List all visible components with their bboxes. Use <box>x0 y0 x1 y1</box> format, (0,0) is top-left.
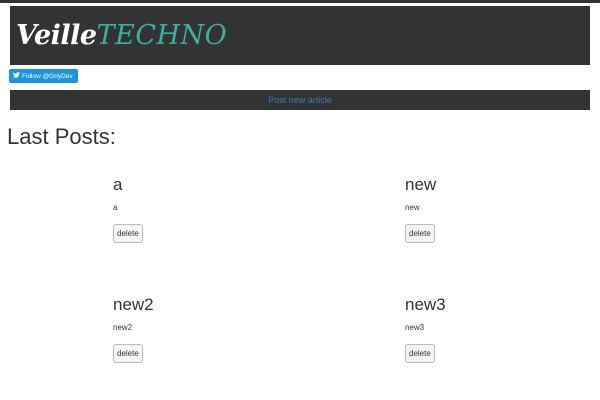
top-border <box>0 0 600 3</box>
post-title: new2 <box>113 295 154 314</box>
post-body: new2 <box>113 323 133 332</box>
post-title: new3 <box>405 295 446 314</box>
logo-text-techno: TECHNO <box>96 20 228 51</box>
delete-button[interactable]: delete <box>405 344 435 363</box>
post-card: new3 new3 delete <box>405 295 565 363</box>
twitter-follow-button[interactable]: Follow @GriyDev <box>9 69 78 83</box>
twitter-follow-label: Follow @GriyDev <box>22 72 73 80</box>
post-body: new3 <box>405 323 425 332</box>
delete-button[interactable]: delete <box>113 344 143 363</box>
post-new-article-link[interactable]: Post new article <box>268 95 332 105</box>
post-card: new new delete <box>405 175 565 243</box>
post-card: a a delete <box>113 175 273 243</box>
post-title: a <box>113 175 123 194</box>
post-body: new <box>405 203 420 212</box>
site-logo[interactable]: Veille TECHNO <box>10 20 227 51</box>
delete-button[interactable]: delete <box>405 224 435 243</box>
post-title: new <box>405 175 437 194</box>
post-body: a <box>113 203 118 212</box>
section-title: Last Posts: <box>7 124 116 149</box>
site-banner: Veille TECHNO <box>10 6 590 65</box>
post-card: new2 new2 delete <box>113 295 273 363</box>
twitter-bird-icon <box>13 72 20 80</box>
nav-bar: Post new article <box>10 90 590 110</box>
delete-button[interactable]: delete <box>113 224 143 243</box>
logo-text-veille: Veille <box>16 20 97 51</box>
